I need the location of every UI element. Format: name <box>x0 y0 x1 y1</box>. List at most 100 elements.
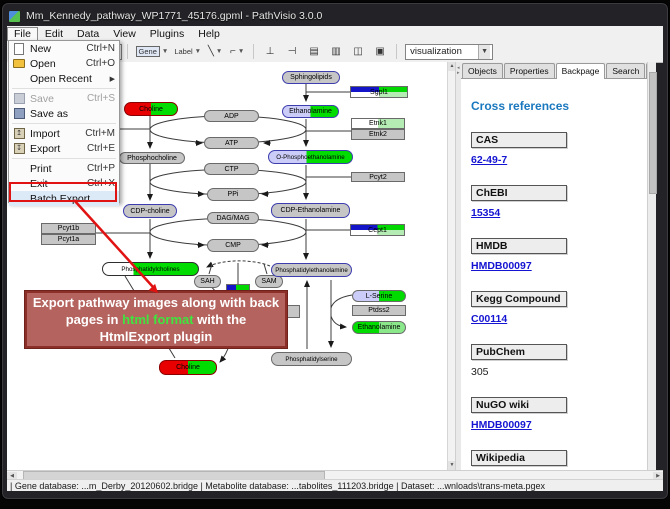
tab-search[interactable]: Search <box>606 63 645 78</box>
chevron-down-icon[interactable]: ▼ <box>195 48 201 55</box>
node-atp[interactable]: ATP <box>204 137 259 149</box>
node-pcyt2[interactable]: Pcyt2 <box>351 172 405 182</box>
node-pcyt1a[interactable]: Pcyt1a <box>41 234 96 245</box>
menu-item-new[interactable]: NewCtrl+N <box>9 41 119 56</box>
panel-vertical-scrollbar[interactable] <box>647 62 656 470</box>
backpage-section-kegg: Kegg Compound C00114 <box>471 289 647 325</box>
node-ctp[interactable]: CTP <box>204 163 259 175</box>
chevron-down-icon[interactable]: ▼ <box>162 48 168 55</box>
title-bar[interactable]: Mm_Kennedy_pathway_WP1771_45176.gpml - P… <box>8 7 662 25</box>
backpage-section-nugo: NuGO wiki HMDB00097 <box>471 395 647 431</box>
new-gene-button[interactable]: Gene ▼ <box>133 43 172 61</box>
node-adp[interactable]: ADP <box>204 110 259 122</box>
node-l-serine[interactable]: L-Serine <box>352 290 406 302</box>
menu-data[interactable]: Data <box>70 27 106 41</box>
section-header: PubChem <box>471 344 567 360</box>
node-sphingolipids[interactable]: Sphingolipids <box>282 71 340 84</box>
node-cept1[interactable]: Cept1 <box>350 224 405 236</box>
menu-plugins[interactable]: Plugins <box>143 27 191 41</box>
tab-properties[interactable]: Properties <box>504 63 555 78</box>
chevron-down-icon[interactable]: ▼ <box>478 45 490 59</box>
open-folder-icon <box>12 59 26 68</box>
node-cdp-ethanolamine[interactable]: CDP-Ethanolamine <box>271 203 350 218</box>
node-ethanolamine[interactable]: Ethanolamine <box>282 105 339 118</box>
batch-export-highlight-ring <box>9 182 117 202</box>
hmdb-link[interactable]: HMDB00097 <box>471 260 647 272</box>
pathvisio-app-icon <box>8 10 21 23</box>
node-dag-mag[interactable]: DAG/MAG <box>207 212 259 224</box>
save-as-icon <box>12 108 26 119</box>
scroll-thumb[interactable] <box>649 72 657 194</box>
section-header: ChEBI <box>471 185 567 201</box>
cas-link[interactable]: 62-49-7 <box>471 154 647 166</box>
node-pcyt1b[interactable]: Pcyt1b <box>41 223 96 234</box>
stack-horizontal-icon: ▥ <box>331 46 340 57</box>
menu-view[interactable]: View <box>106 27 143 41</box>
chebi-link[interactable]: 15354 <box>471 207 647 219</box>
node-etnk2[interactable]: Etnk2 <box>351 129 405 140</box>
node-phosphatidylserine[interactable]: Phosphatidylserine <box>271 352 352 366</box>
import-icon: ↥ <box>12 128 26 139</box>
section-header: Wikipedia <box>471 450 567 466</box>
menu-item-print[interactable]: PrintCtrl+P <box>9 161 119 176</box>
tab-backpage[interactable]: Backpage <box>556 63 606 79</box>
distribute-vertical-button[interactable]: ▣ <box>369 43 391 61</box>
node-phosphatidylethanolamine[interactable]: Phosphatidylethanolamine <box>271 263 352 277</box>
export-icon: ↧ <box>12 143 26 154</box>
backpage-section-cas: CAS 62-49-7 <box>471 130 647 166</box>
new-file-icon <box>12 43 26 55</box>
node-ppi[interactable]: PPi <box>207 188 259 201</box>
align-middle-icon: ⊣ <box>288 46 297 57</box>
align-middle-button[interactable]: ⊣ <box>281 43 303 61</box>
gene-chip-icon: Gene <box>136 46 160 57</box>
side-panel-tabs: Objects Properties Backpage Search Legen… <box>461 62 655 79</box>
pathvisio-window: Mm_Kennedy_pathway_WP1771_45176.gpml - P… <box>0 0 670 509</box>
menu-item-save-as[interactable]: Save as <box>9 106 119 121</box>
distribute-horizontal-button[interactable]: ◫ <box>347 43 369 61</box>
file-menu-popup: NewCtrl+N OpenCtrl+O Open Recent▶ SaveCt… <box>8 40 120 203</box>
elbow-connector-icon: ⌐ <box>230 46 236 57</box>
node-ethanolamine-2[interactable]: Ethanolamine <box>352 321 406 334</box>
status-bar: | Gene database: ...m_Derby_20120602.bri… <box>7 479 663 491</box>
save-icon <box>12 93 26 104</box>
line-tool-icon: ╲ <box>208 46 214 57</box>
backpage-section-pubchem: PubChem 305 <box>471 342 647 378</box>
node-ptdss2[interactable]: Ptdss2 <box>352 305 406 316</box>
align-center-button[interactable]: ⊥ <box>259 43 281 61</box>
node-sah[interactable]: SAH <box>194 275 221 288</box>
pubchem-value: 305 <box>471 366 647 378</box>
chevron-down-icon[interactable]: ▼ <box>216 48 222 55</box>
callout-line-2: pages in html format with the <box>27 311 285 328</box>
new-label-button[interactable]: Label ▼ <box>171 43 204 61</box>
menu-item-open[interactable]: OpenCtrl+O <box>9 56 119 71</box>
splitter-collapse-icon[interactable]: ◂▸ <box>457 66 460 76</box>
new-line-button[interactable]: ╲ ▼ <box>204 43 226 61</box>
menu-item-import[interactable]: ↥ ImportCtrl+M <box>9 126 119 141</box>
menu-item-save[interactable]: SaveCtrl+S <box>9 91 119 106</box>
menu-item-open-recent[interactable]: Open Recent▶ <box>9 71 119 86</box>
tab-objects[interactable]: Objects <box>462 63 503 78</box>
visualization-combobox[interactable]: visualization ▼ <box>405 44 493 60</box>
menu-item-export[interactable]: ↧ ExportCtrl+E <box>9 141 119 156</box>
menu-help[interactable]: Help <box>191 27 227 41</box>
distribute-horizontal-icon: ◫ <box>353 46 362 57</box>
node-sgpl1[interactable]: Sgpl1 <box>350 86 408 98</box>
node-choline[interactable]: Choline <box>124 102 178 116</box>
nugo-link[interactable]: HMDB00097 <box>471 419 647 431</box>
node-phosphatidylcholines[interactable]: Phosphatidylcholines <box>102 262 199 276</box>
node-cmp[interactable]: CMP <box>207 239 259 252</box>
chevron-down-icon[interactable]: ▼ <box>238 48 244 55</box>
stack-horizontal-button[interactable]: ▥ <box>325 43 347 61</box>
backpage-section-wikipedia: Wikipedia Choline <box>471 448 647 470</box>
menu-file[interactable]: File <box>7 27 38 41</box>
kegg-link[interactable]: C00114 <box>471 313 647 325</box>
node-cdp-choline[interactable]: CDP-choline <box>123 204 177 218</box>
node-phosphocholine[interactable]: Phosphocholine <box>119 152 185 164</box>
stack-vertical-button[interactable]: ▤ <box>303 43 325 61</box>
node-choline-selected[interactable]: Choline <box>159 360 217 375</box>
new-connector-button[interactable]: ⌐ ▼ <box>226 43 248 61</box>
node-o-phosphoethanolamine[interactable]: O-Phosphoethanolamine <box>268 150 353 164</box>
annotation-callout: Export pathway images along with back pa… <box>25 291 287 348</box>
node-etnk1[interactable]: Etnk1 <box>351 118 405 129</box>
menu-edit[interactable]: Edit <box>38 27 70 41</box>
